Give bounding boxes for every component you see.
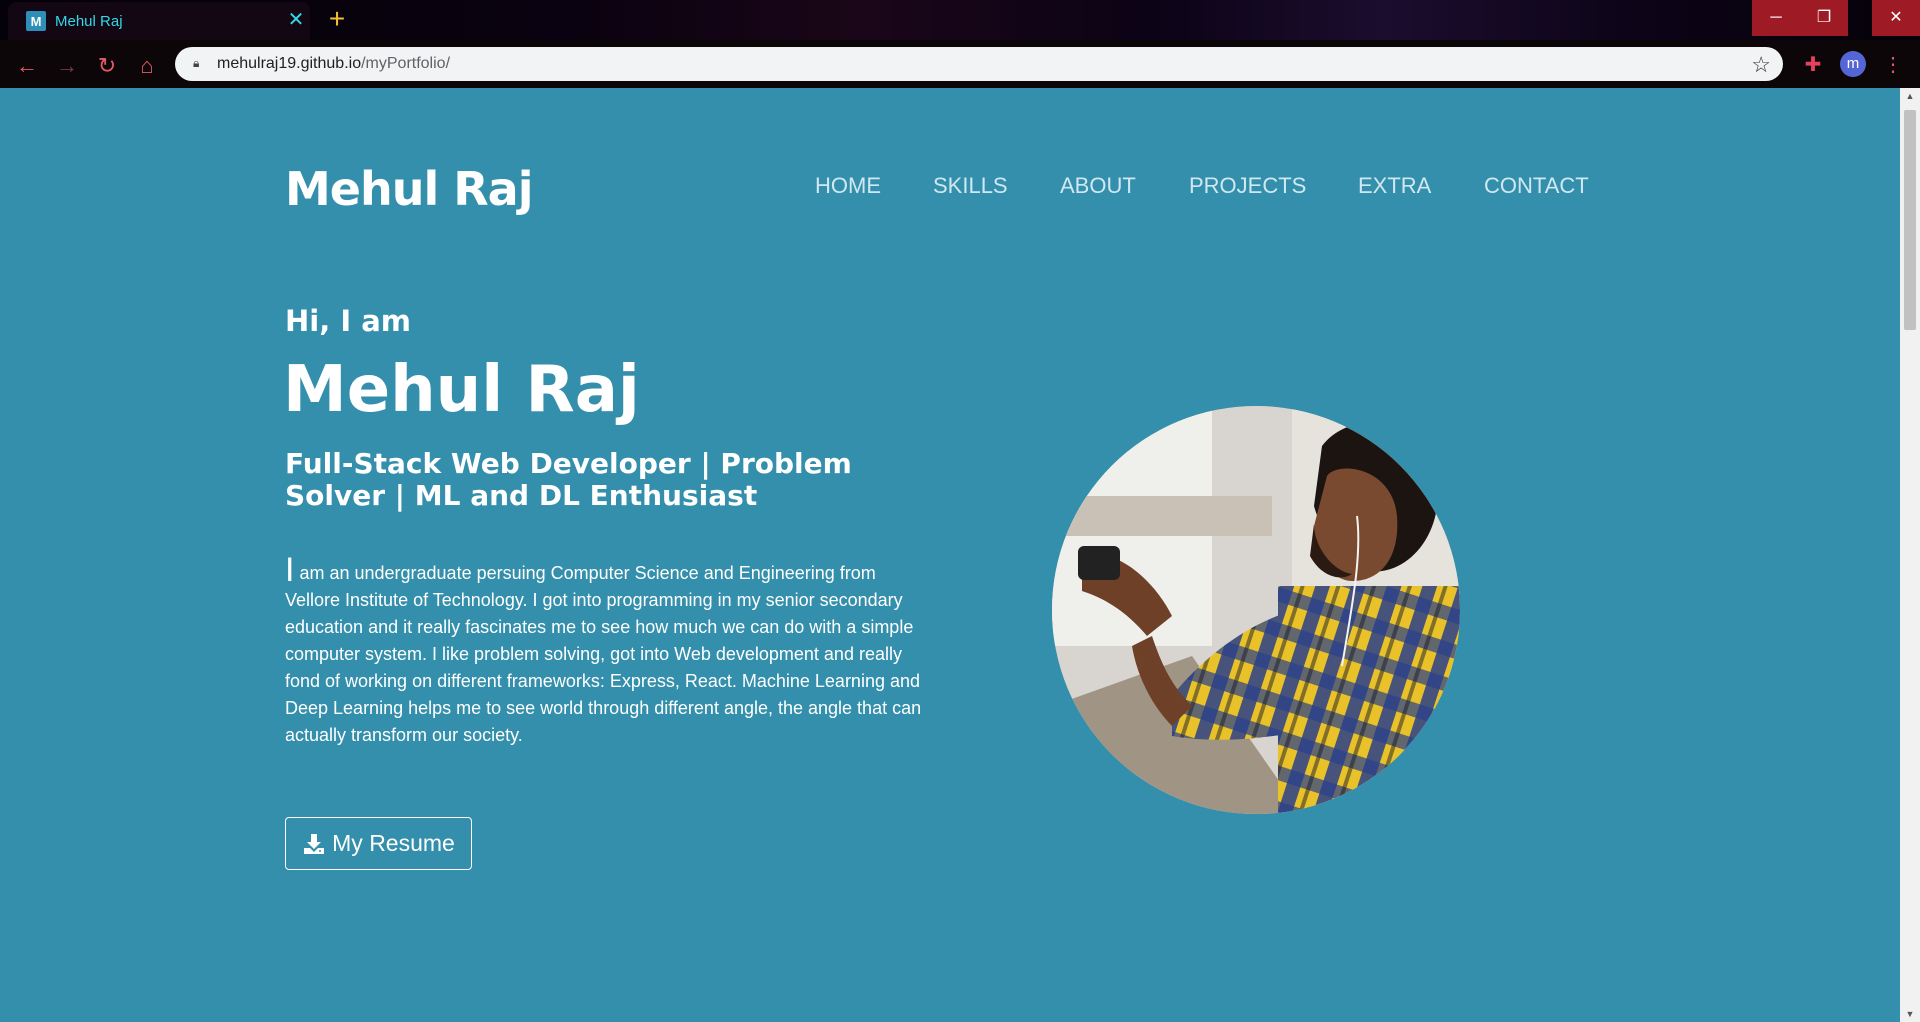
hero-name: Mehul Raj [283,353,640,427]
site-favicon-icon: M [26,11,46,31]
close-tab-icon[interactable]: ✕ [284,8,308,32]
minimize-window-button[interactable]: ─ [1752,0,1800,36]
nav-home[interactable]: HOME [815,173,881,199]
bookmark-star-icon[interactable]: ☆ [1751,52,1771,78]
hero-greeting: Hi, I am [285,304,411,338]
nav-skills[interactable]: SKILLS [933,173,1008,199]
close-window-button[interactable]: ✕ [1872,0,1920,36]
url-text: mehulraj19.github.io/myPortfolio/ [217,55,450,73]
hero-bio: I am an undergraduate persuing Computer … [285,553,930,749]
nav-extra[interactable]: EXTRA [1358,173,1431,199]
address-bar[interactable]: 🔒︎ mehulraj19.github.io/myPortfolio/ ☆ [175,47,1783,81]
new-tab-icon[interactable]: + [322,4,352,34]
page-scrollbar[interactable]: ▲ ▼ [1900,88,1920,1022]
nav-projects[interactable]: PROJECTS [1189,173,1306,199]
profile-avatar[interactable]: m [1840,51,1866,77]
scrollbar-thumb[interactable] [1904,110,1916,330]
url-host: mehulraj19.github.io [217,55,362,72]
reload-icon[interactable]: ↻ [93,52,121,80]
browser-tab[interactable]: M Mehul Raj ✕ [8,2,310,40]
nav-contact[interactable]: CONTACT [1484,173,1589,199]
scroll-up-icon[interactable]: ▲ [1900,88,1920,104]
resume-button-label: My Resume [332,830,455,856]
profile-photo [1052,406,1460,814]
home-icon[interactable]: ⌂ [133,52,161,80]
restore-window-button[interactable]: ❐ [1800,0,1848,36]
bio-text: am an undergraduate persuing Computer Sc… [285,563,922,745]
profile-photo-illustration [1052,406,1460,814]
portfolio-page: Mehul Raj HOME SKILLS ABOUT PROJECTS EXT… [0,88,1900,1022]
scroll-down-icon[interactable]: ▼ [1900,1006,1920,1022]
tab-title: Mehul Raj [55,13,123,30]
download-icon [304,833,325,854]
browser-menu-icon[interactable]: ⋮ [1880,52,1906,78]
forward-arrow-icon[interactable]: → [53,52,81,80]
hero-role: Full-Stack Web Developer | Problem Solve… [285,447,852,512]
nav-about[interactable]: ABOUT [1060,173,1136,199]
extensions-puzzle-icon[interactable]: ✚ [1800,52,1826,78]
resume-button[interactable]: My Resume [285,817,472,870]
site-logo[interactable]: Mehul Raj [285,162,533,216]
url-path: /myPortfolio/ [361,55,451,72]
lock-icon: 🔒︎ [193,56,200,70]
back-arrow-icon[interactable]: ← [13,52,41,80]
browser-titlebar: M Mehul Raj ✕ + ─ ❐ ✕ [0,0,1920,40]
